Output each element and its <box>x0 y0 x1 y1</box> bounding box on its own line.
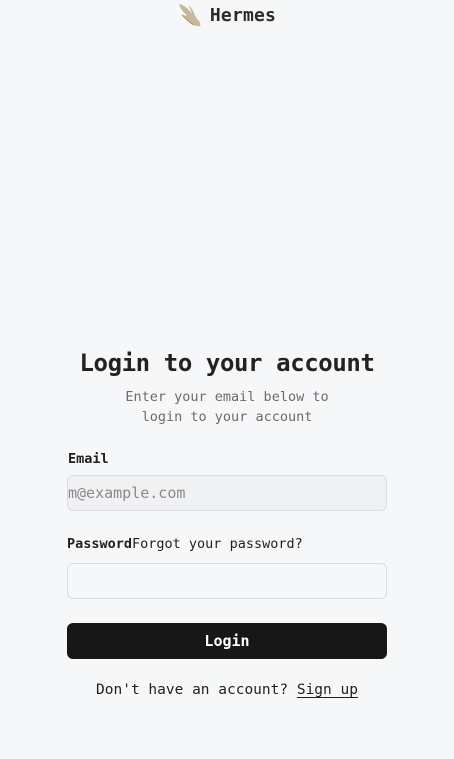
brand-name: Hermes <box>209 4 277 26</box>
login-button[interactable]: Login <box>67 623 387 659</box>
signup-link[interactable]: Sign up <box>297 682 358 698</box>
password-field[interactable] <box>67 563 387 599</box>
signup-prompt: Don't have an account? <box>96 682 289 698</box>
brand-header: Hermes <box>0 0 454 30</box>
page-title: Login to your account <box>79 349 375 377</box>
page-subtitle: Enter your email below to login to your … <box>125 389 329 425</box>
winged-sandal-icon <box>178 4 201 27</box>
forgot-password-link[interactable]: Forgot your password? <box>132 536 303 552</box>
signup-row: Don't have an account? Sign up <box>67 682 387 698</box>
login-form: Login to your account Enter your email b… <box>67 343 387 698</box>
password-label: Password <box>67 536 133 552</box>
email-label: Email <box>68 451 109 467</box>
email-field[interactable] <box>67 475 387 511</box>
password-label-row: Password Forgot your password? <box>67 536 303 552</box>
